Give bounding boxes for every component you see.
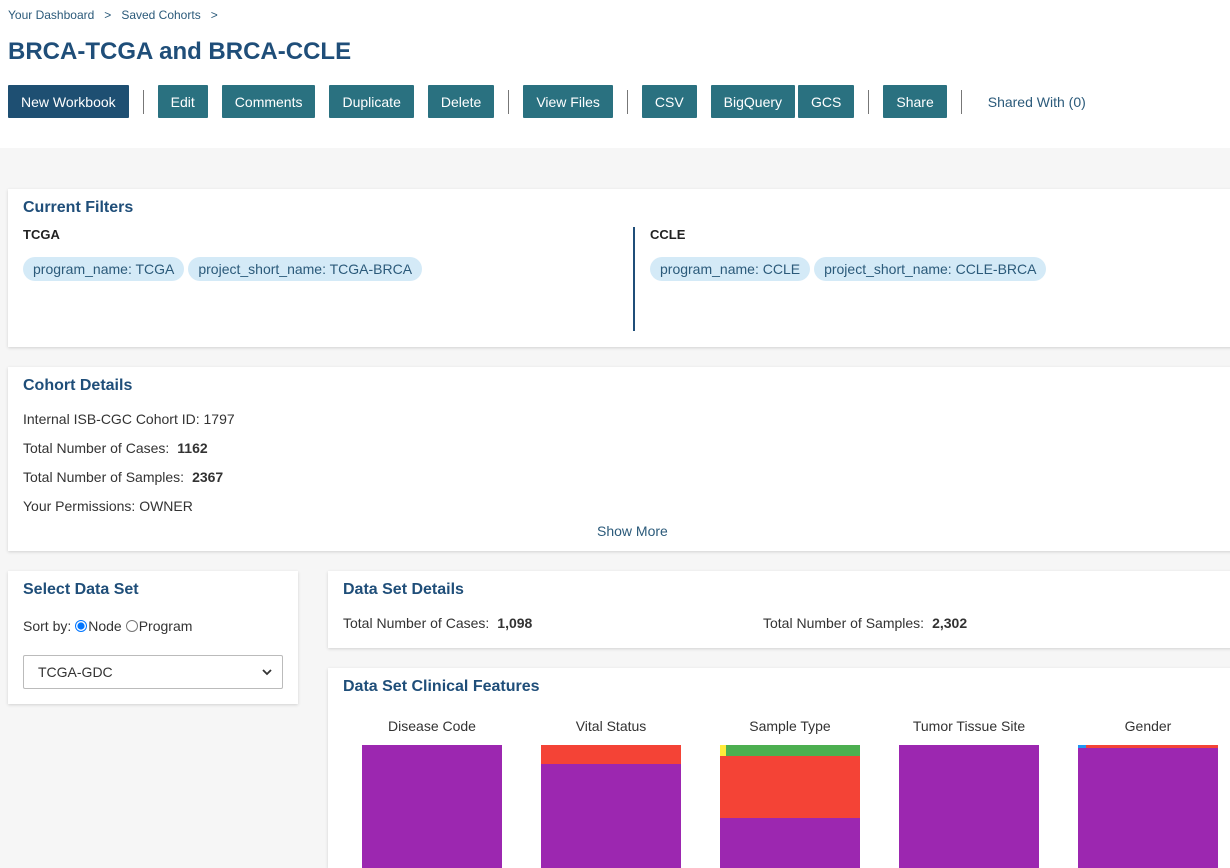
delete-button[interactable]: Delete — [427, 85, 495, 118]
filter-chip[interactable]: program_name: CCLE — [650, 257, 811, 281]
tcga-filter-label: TCGA — [23, 227, 60, 242]
cohort-cases-value: 1162 — [177, 440, 208, 456]
cohort-permissions: Your Permissions: OWNER — [23, 498, 193, 514]
cohort-samples-value: 2367 — [192, 469, 224, 485]
current-filters-heading: Current Filters — [23, 199, 134, 216]
chart-segment[interactable] — [541, 745, 681, 764]
sort-program-radio[interactable] — [125, 620, 138, 632]
chart-title-vital-status: Vital Status — [575, 718, 647, 734]
ccle-filter-label: CCLE — [650, 227, 686, 242]
gcs-button[interactable]: GCS — [798, 85, 855, 118]
gender-chart[interactable] — [1078, 745, 1218, 868]
chart-title-tumor-tissue-site: Tumor Tissue Site — [912, 718, 1026, 734]
page-title: BRCA-TCGA and BRCA-CCLE — [8, 38, 352, 65]
sort-program-label[interactable]: Program — [139, 618, 193, 634]
chart-segment[interactable] — [1078, 745, 1086, 748]
edit-button[interactable]: Edit — [157, 85, 208, 118]
cohort-cases: Total Number of Cases: 1162 — [23, 440, 208, 456]
clinical-features-heading: Data Set Clinical Features — [343, 678, 540, 695]
dataset-cases-value: 1,098 — [497, 615, 533, 631]
sort-node-label[interactable]: Node — [88, 618, 121, 634]
bigquery-button[interactable]: BigQuery — [710, 85, 796, 118]
dataset-cases: Total Number of Cases: 1,098 — [343, 615, 532, 631]
toolbar-divider — [508, 89, 510, 114]
toolbar: New Workbook Edit Comments Duplicate Del… — [8, 85, 1086, 118]
chart-segment[interactable] — [720, 818, 860, 868]
chevron-down-icon — [262, 668, 272, 675]
duplicate-button[interactable]: Duplicate — [329, 85, 414, 118]
cohort-cases-label: Total Number of Cases: — [23, 440, 170, 456]
current-filters-card: Current Filters TCGA program_name: TCGA p… — [8, 189, 1230, 347]
toolbar-divider — [626, 89, 628, 114]
sort-node-radio[interactable] — [75, 620, 88, 632]
chart-segment-row — [720, 745, 860, 756]
cohort-samples: Total Number of Samples: 2367 — [23, 469, 223, 485]
breadcrumb-saved-cohorts[interactable]: Saved Cohorts — [121, 8, 200, 22]
chart-title-sample-type: Sample Type — [749, 718, 831, 734]
filter-column-divider — [633, 227, 635, 331]
cohort-id: Internal ISB-CGC Cohort ID: 1797 — [23, 411, 235, 427]
filter-chip[interactable]: project_short_name: TCGA-BRCA — [188, 257, 423, 281]
view-files-button[interactable]: View Files — [523, 85, 613, 118]
chart-segment[interactable] — [726, 745, 860, 756]
chart-segment[interactable] — [1078, 748, 1218, 868]
comments-button[interactable]: Comments — [221, 85, 316, 118]
clinical-features-card: Data Set Clinical Features Disease Code … — [328, 668, 1230, 868]
toolbar-divider — [142, 89, 144, 114]
dataset-samples-label: Total Number of Samples: — [763, 615, 925, 631]
csv-button[interactable]: CSV — [641, 85, 697, 118]
vital-status-chart[interactable] — [541, 745, 681, 868]
dataset-samples-value: 2,302 — [932, 615, 968, 631]
share-button[interactable]: Share — [883, 85, 947, 118]
dataset-cases-label: Total Number of Cases: — [343, 615, 490, 631]
breadcrumb: Your Dashboard > Saved Cohorts > — [8, 8, 218, 22]
chart-title-gender: Gender — [1124, 718, 1172, 734]
tumor-tissue-site-chart[interactable] — [899, 745, 1039, 868]
chart-segment[interactable] — [720, 756, 860, 818]
cohort-samples-label: Total Number of Samples: — [23, 469, 185, 485]
chart-segment-row — [1078, 745, 1218, 748]
chart-segment[interactable] — [1086, 745, 1218, 748]
tcga-filter-chips: program_name: TCGA project_short_name: TC… — [23, 257, 426, 281]
breadcrumb-dashboard[interactable]: Your Dashboard — [8, 8, 94, 22]
sort-by-label: Sort by: — [23, 618, 72, 634]
filter-chip[interactable]: program_name: TCGA — [23, 257, 185, 281]
select-dataset-heading: Select Data Set — [23, 581, 139, 598]
dataset-select[interactable]: TCGA-GDC — [23, 655, 283, 689]
disease-code-chart[interactable] — [362, 745, 502, 868]
shared-with-link[interactable]: Shared With (0) — [988, 94, 1086, 110]
breadcrumb-separator: > — [104, 8, 112, 22]
ccle-filter-chips: program_name: CCLE project_short_name: CC… — [650, 257, 1050, 281]
sample-type-chart[interactable] — [720, 745, 860, 868]
filter-chip[interactable]: project_short_name: CCLE-BRCA — [814, 257, 1047, 281]
cohort-details-card: Cohort Details Internal ISB-CGC Cohort I… — [8, 367, 1230, 551]
breadcrumb-separator: > — [210, 8, 218, 22]
show-more-link[interactable]: Show More — [597, 523, 668, 539]
dataset-details-heading: Data Set Details — [343, 581, 464, 598]
cohort-details-heading: Cohort Details — [23, 377, 133, 394]
chart-title-disease-code: Disease Code — [388, 718, 476, 734]
dataset-details-card: Data Set Details Total Number of Cases: 1… — [328, 571, 1230, 648]
dataset-select-value: TCGA-GDC — [38, 664, 113, 680]
toolbar-divider — [868, 89, 870, 114]
page-header: Your Dashboard > Saved Cohorts > BRCA-TC… — [0, 0, 1230, 148]
sort-by-group: Sort by: Node Program — [23, 618, 192, 634]
select-dataset-card: Select Data Set Sort by: Node Program TC… — [8, 571, 298, 704]
dataset-samples: Total Number of Samples: 2,302 — [763, 615, 967, 631]
new-workbook-button[interactable]: New Workbook — [8, 85, 129, 118]
chart-segment[interactable] — [541, 764, 681, 868]
toolbar-divider — [960, 89, 962, 114]
